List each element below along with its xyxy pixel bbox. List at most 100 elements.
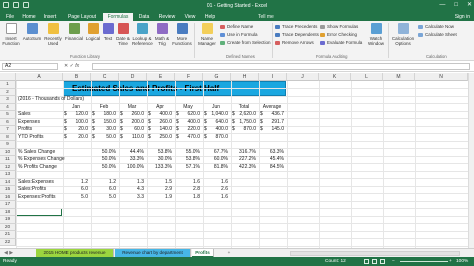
- horizontal-scrollbar[interactable]: [290, 251, 460, 256]
- row-header[interactable]: 16: [0, 193, 16, 201]
- month-header-cell[interactable]: Jun: [203, 104, 229, 112]
- value-cell[interactable]: 20.0: [63, 134, 88, 142]
- zoom-out-button[interactable]: −: [392, 258, 395, 265]
- value-cell[interactable]: 53.8%: [175, 156, 200, 164]
- show-formulas-button[interactable]: Show Formulas: [320, 24, 358, 30]
- value-cell[interactable]: 3.3: [119, 194, 144, 202]
- value-cell[interactable]: 2.6: [203, 186, 228, 194]
- value-cell[interactable]: 50.0%: [91, 156, 116, 164]
- column-header[interactable]: K: [319, 73, 351, 81]
- tab-file[interactable]: File: [2, 13, 18, 21]
- zoom-in-button[interactable]: +: [449, 258, 452, 265]
- month-header-cell[interactable]: Total: [231, 104, 257, 112]
- value-cell[interactable]: 140.0: [147, 126, 172, 134]
- tab-review[interactable]: Review: [155, 13, 179, 21]
- calculate-sheet-button[interactable]: Calculate Sheet: [418, 32, 457, 38]
- value-cell[interactable]: 145.0: [259, 126, 284, 134]
- value-cell[interactable]: 33.3%: [119, 156, 144, 164]
- zoom-slider[interactable]: [400, 261, 448, 262]
- row-header[interactable]: 14: [0, 178, 16, 186]
- row-header[interactable]: 8: [0, 133, 16, 141]
- month-header-cell[interactable]: Average: [259, 104, 285, 112]
- month-header-cell[interactable]: Jan: [63, 104, 89, 112]
- value-cell[interactable]: 57.1%: [175, 164, 200, 172]
- column-header[interactable]: M: [383, 73, 415, 81]
- text-button[interactable]: Text: [102, 23, 114, 53]
- column-header[interactable]: B: [63, 73, 91, 81]
- value-cell[interactable]: 100.0: [63, 119, 88, 127]
- name-manager-button[interactable]: Name Manager: [196, 23, 218, 53]
- value-cell[interactable]: 84.5%: [259, 164, 284, 172]
- value-cell[interactable]: 6.0: [63, 186, 88, 194]
- formula-input[interactable]: [92, 63, 470, 70]
- tab-help[interactable]: Help: [201, 13, 219, 21]
- row-header[interactable]: 17: [0, 201, 16, 209]
- maximize-button[interactable]: □: [454, 2, 458, 9]
- value-cell[interactable]: 2.9: [147, 186, 172, 194]
- row-label-cell[interactable]: % Profits Change: [18, 164, 63, 172]
- column-header[interactable]: N: [415, 73, 468, 81]
- row-label-cell[interactable]: Sales:Profits: [18, 186, 63, 194]
- value-cell[interactable]: 2,620.0: [231, 111, 256, 119]
- value-cell[interactable]: 5.0: [63, 194, 88, 202]
- column-header[interactable]: G: [203, 73, 231, 81]
- row-header[interactable]: 6: [0, 118, 16, 126]
- row-header[interactable]: 2: [0, 88, 16, 96]
- math-trig-button[interactable]: Math & Trig: [153, 23, 171, 53]
- value-cell[interactable]: 260.0: [119, 111, 144, 119]
- row-label-cell[interactable]: Sales: [18, 111, 63, 119]
- row-header[interactable]: 21: [0, 231, 16, 239]
- value-cell[interactable]: 53.8%: [147, 149, 172, 157]
- value-cell[interactable]: 100.0%: [119, 164, 144, 172]
- trace-precedents-button[interactable]: Trace Precedents: [275, 24, 317, 30]
- value-cell[interactable]: 50.0%: [91, 164, 116, 172]
- value-cell[interactable]: 50.0: [91, 134, 116, 142]
- page-break-view-icon[interactable]: [380, 259, 385, 264]
- value-cell[interactable]: 67.7%: [203, 149, 228, 157]
- row-label-cell[interactable]: Expenses:Profits: [18, 194, 63, 202]
- name-box[interactable]: A2: [2, 63, 58, 70]
- remove-arrows-button[interactable]: Remove Arrows: [275, 40, 314, 46]
- sign-in-link[interactable]: Sign in: [455, 13, 470, 21]
- value-cell[interactable]: 422.3%: [231, 164, 256, 172]
- row-header[interactable]: 18: [0, 208, 16, 216]
- value-cell[interactable]: 110.0: [119, 134, 144, 142]
- minimize-button[interactable]: —: [439, 2, 445, 9]
- evaluate-formula-button[interactable]: Evaluate Formula: [320, 40, 362, 46]
- value-cell[interactable]: 150.0: [91, 119, 116, 127]
- value-cell[interactable]: 250.0: [147, 134, 172, 142]
- enter-icon[interactable]: ✓: [70, 63, 74, 69]
- calculate-now-button[interactable]: Calculate Now: [418, 24, 454, 30]
- value-cell[interactable]: 1.6: [175, 179, 200, 187]
- financial-button[interactable]: Financial: [64, 23, 84, 53]
- row-header[interactable]: 15: [0, 186, 16, 194]
- value-cell[interactable]: 1.6: [203, 179, 228, 187]
- column-header[interactable]: I: [259, 73, 287, 81]
- trace-dependents-button[interactable]: Trace Dependents: [275, 32, 319, 38]
- row-label-cell[interactable]: % Sales Change: [18, 149, 63, 157]
- row-header[interactable]: 20: [0, 223, 16, 231]
- column-header[interactable]: A: [16, 73, 63, 81]
- tell-me-search[interactable]: Tell me: [258, 13, 274, 21]
- row-label-cell[interactable]: % Expenses Change: [18, 156, 65, 164]
- column-header[interactable]: L: [351, 73, 383, 81]
- value-cell[interactable]: 133.3%: [147, 164, 172, 172]
- value-cell[interactable]: 45.4%: [259, 156, 284, 164]
- value-cell[interactable]: 640.0: [203, 119, 228, 127]
- value-cell[interactable]: 30.0%: [147, 156, 172, 164]
- logical-button[interactable]: Logical: [85, 23, 101, 53]
- normal-view-icon[interactable]: [364, 259, 369, 264]
- month-header-cell[interactable]: May: [175, 104, 201, 112]
- row-header[interactable]: 10: [0, 148, 16, 156]
- value-cell[interactable]: 1.6: [203, 194, 228, 202]
- column-header[interactable]: D: [119, 73, 147, 81]
- value-cell[interactable]: 1,750.0: [231, 119, 256, 127]
- value-cell[interactable]: 220.0: [175, 126, 200, 134]
- row-header[interactable]: 1: [0, 81, 16, 89]
- value-cell[interactable]: 30.0: [91, 126, 116, 134]
- value-cell[interactable]: 870.0: [231, 126, 256, 134]
- row-header[interactable]: 22: [0, 238, 16, 246]
- tab-home[interactable]: Home: [20, 13, 38, 21]
- row-header[interactable]: 7: [0, 126, 16, 134]
- close-button[interactable]: ✕: [467, 2, 472, 9]
